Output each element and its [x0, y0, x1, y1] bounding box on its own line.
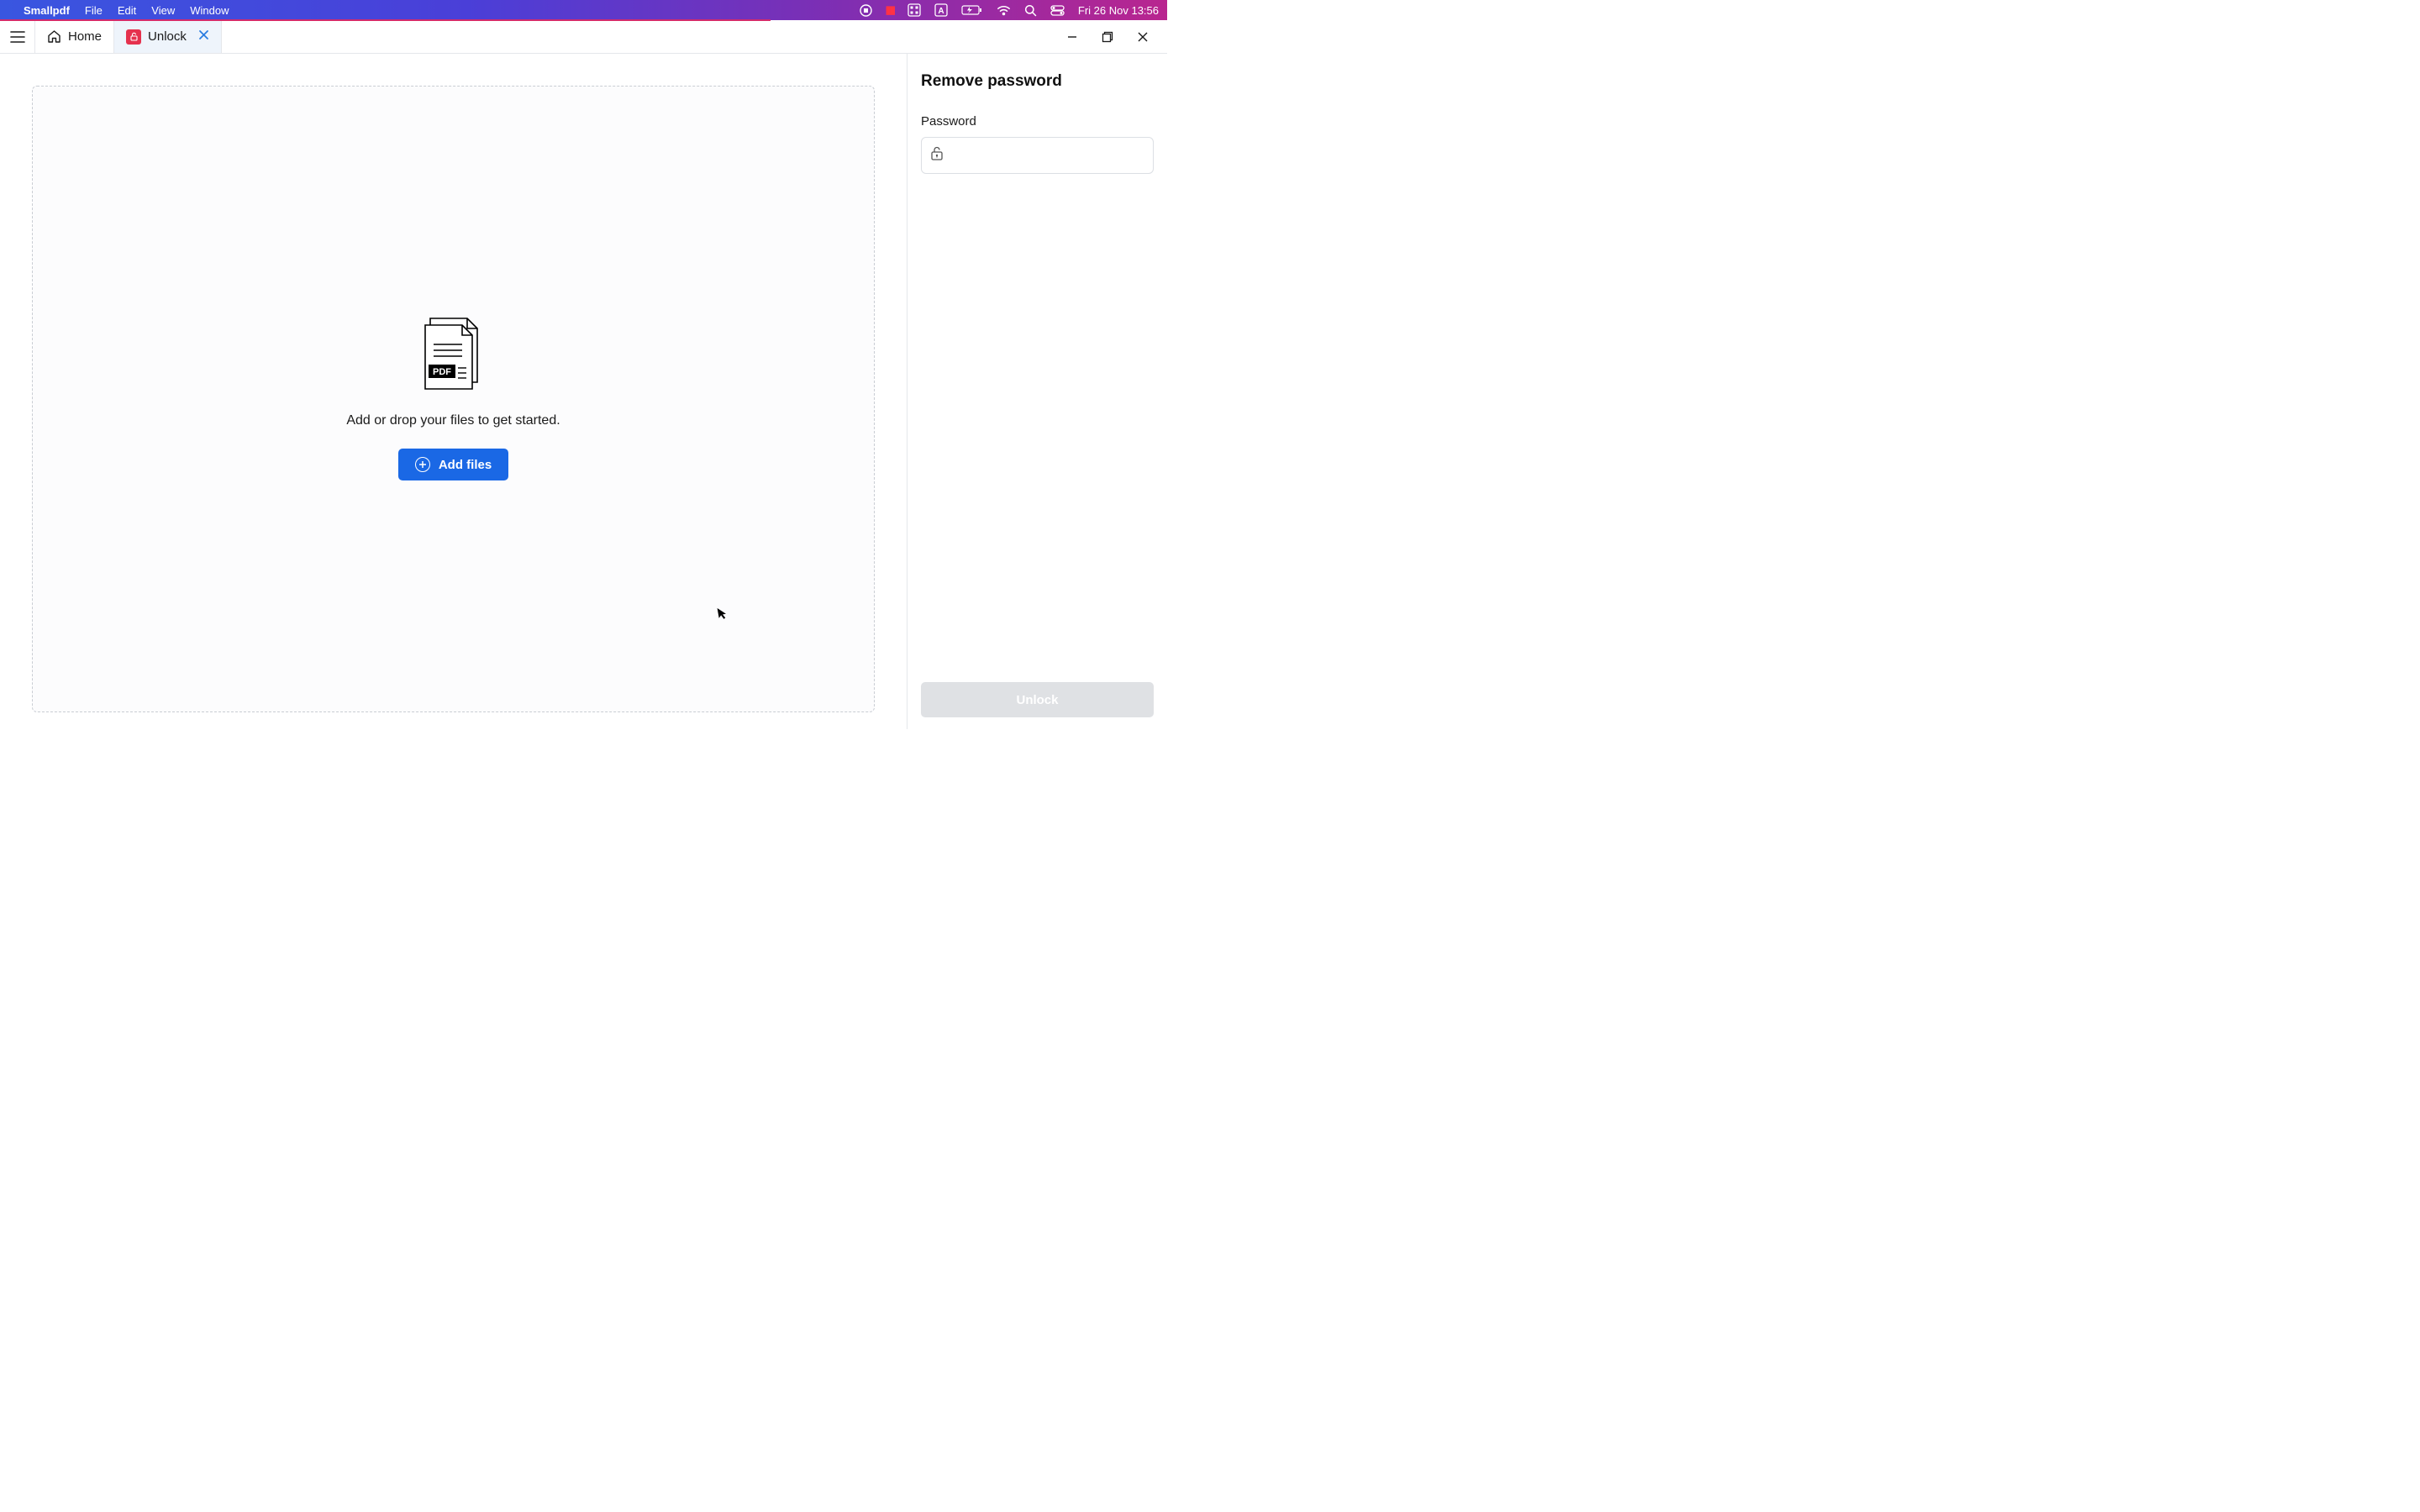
search-icon[interactable]	[1024, 4, 1037, 17]
sidebar-spacer	[921, 174, 1154, 682]
sidebar-panel: Remove password Password Unlock	[907, 54, 1167, 729]
window-close-button[interactable]	[1137, 31, 1149, 43]
plus-circle-icon	[415, 457, 430, 472]
battery-icon[interactable]	[961, 4, 983, 16]
lock-icon	[930, 146, 944, 165]
drop-area-container: PDF Add or drop your files to get starte…	[0, 54, 907, 729]
main-content: PDF Add or drop your files to get starte…	[0, 54, 1167, 729]
app-toolbar: Home Unlock	[0, 20, 1167, 54]
app-name[interactable]: Smallpdf	[24, 4, 70, 17]
tab-unlock[interactable]: Unlock	[114, 20, 222, 53]
add-files-label: Add files	[439, 458, 492, 472]
password-label: Password	[921, 114, 1154, 129]
window-minimize-button[interactable]	[1066, 31, 1078, 43]
menubar-right: ▮▮ A Fri 26 Nov 13:56	[860, 3, 1159, 17]
unlock-button[interactable]: Unlock	[921, 682, 1154, 717]
menubar-left: Smallpdf File Edit View Window	[8, 4, 229, 17]
pdf-file-icon: PDF	[420, 318, 487, 393]
window-maximize-button[interactable]	[1102, 31, 1113, 43]
tab-home[interactable]: Home	[35, 20, 114, 53]
loading-progress-bar	[0, 19, 771, 21]
file-drop-zone[interactable]: PDF Add or drop your files to get starte…	[32, 86, 875, 712]
tab-home-label: Home	[68, 29, 102, 44]
control-center-icon[interactable]	[1050, 5, 1065, 16]
password-input[interactable]	[950, 149, 1144, 163]
unlock-tab-icon	[126, 29, 141, 45]
password-input-wrapper[interactable]	[921, 137, 1154, 174]
macos-menubar: Smallpdf File Edit View Window ▮▮ A Fri …	[0, 0, 1167, 20]
hamburger-menu-button[interactable]	[0, 20, 35, 53]
menu-view[interactable]: View	[151, 4, 175, 17]
menu-file[interactable]: File	[85, 4, 103, 17]
appbar-spacer	[222, 20, 1066, 53]
wifi-icon[interactable]	[997, 5, 1011, 16]
menu-window[interactable]: Window	[190, 4, 229, 17]
grid-app-icon[interactable]	[908, 3, 921, 17]
tab-close-button[interactable]	[198, 29, 209, 45]
drop-zone-prompt: Add or drop your files to get started.	[346, 413, 560, 428]
menu-edit[interactable]: Edit	[118, 4, 136, 17]
sidebar-title: Remove password	[921, 72, 1154, 91]
window-controls	[1066, 20, 1167, 53]
svg-text:A: A	[938, 7, 944, 16]
svg-text:PDF: PDF	[433, 367, 451, 377]
record-icon[interactable]	[860, 4, 872, 17]
tab-unlock-label: Unlock	[148, 29, 187, 44]
letter-a-icon[interactable]: A	[934, 3, 948, 17]
menubar-datetime[interactable]: Fri 26 Nov 13:56	[1078, 4, 1159, 17]
red-bars-icon[interactable]: ▮▮	[886, 3, 894, 17]
add-files-button[interactable]: Add files	[398, 449, 508, 480]
